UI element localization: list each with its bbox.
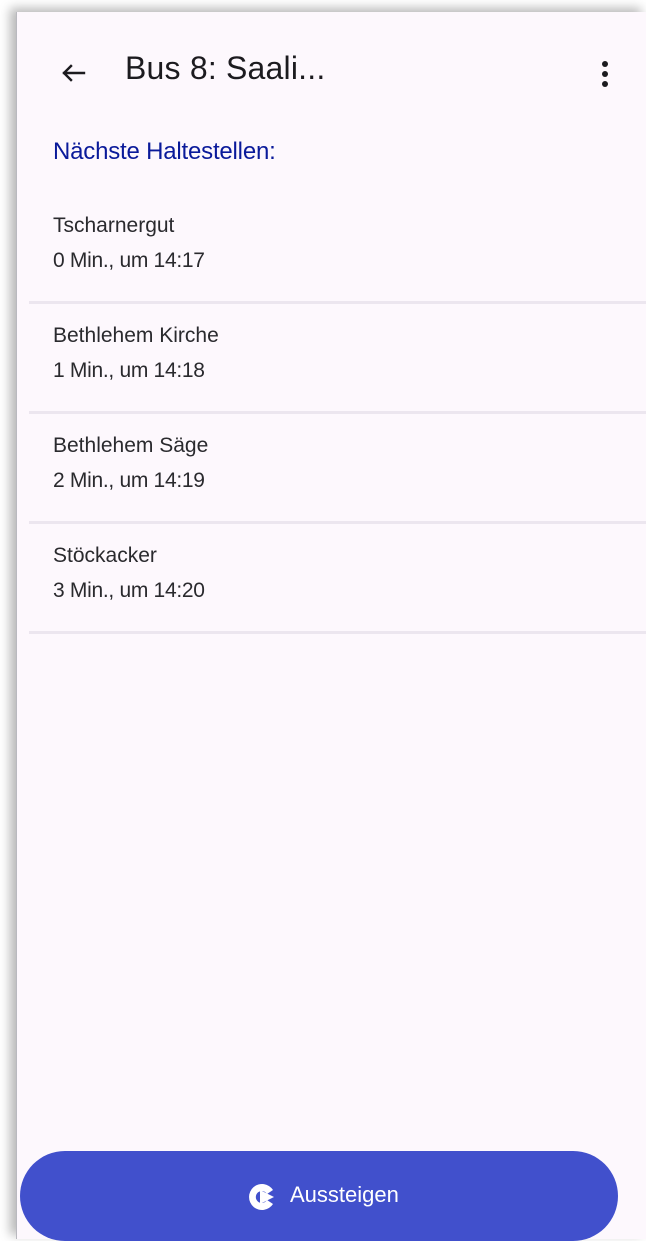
app-bar: Bus 8: Saali... — [17, 12, 646, 124]
list-item[interactable]: Bethlehem Kirche 1 Min., um 14:18 — [29, 304, 646, 414]
more-vert-icon — [602, 61, 608, 87]
stop-time: 3 Min., um 14:20 — [53, 579, 205, 602]
back-button[interactable] — [53, 52, 93, 92]
stop-time: 1 Min., um 14:18 — [53, 359, 205, 382]
stops-list: Tscharnergut 0 Min., um 14:17 Bethlehem … — [29, 194, 646, 634]
screen-frame: Bus 8: Saali... Nächste Haltestellen: Ts… — [0, 0, 646, 1241]
list-item[interactable]: Stöckacker 3 Min., um 14:20 — [29, 524, 646, 634]
overflow-menu-button[interactable] — [587, 54, 623, 94]
stop-name: Bethlehem Kirche — [53, 324, 219, 347]
stop-time: 2 Min., um 14:19 — [53, 469, 205, 492]
arrow-left-icon — [62, 64, 86, 82]
app-screen: Bus 8: Saali... Nächste Haltestellen: Ts… — [16, 12, 646, 1239]
exit-button[interactable]: Aussteigen — [20, 1151, 618, 1241]
list-item[interactable]: Bethlehem Säge 2 Min., um 14:19 — [29, 414, 646, 524]
stop-time: 0 Min., um 14:17 — [53, 249, 205, 272]
exit-button-label: Aussteigen — [290, 1182, 399, 1207]
page-title: Bus 8: Saali... — [125, 50, 326, 86]
exit-icon — [249, 1184, 274, 1210]
next-stops-heading: Nächste Haltestellen: — [53, 138, 276, 165]
list-item[interactable]: Tscharnergut 0 Min., um 14:17 — [29, 194, 646, 304]
stop-name: Bethlehem Säge — [53, 434, 209, 457]
stop-name: Tscharnergut — [53, 214, 175, 237]
stop-name: Stöckacker — [53, 544, 157, 567]
